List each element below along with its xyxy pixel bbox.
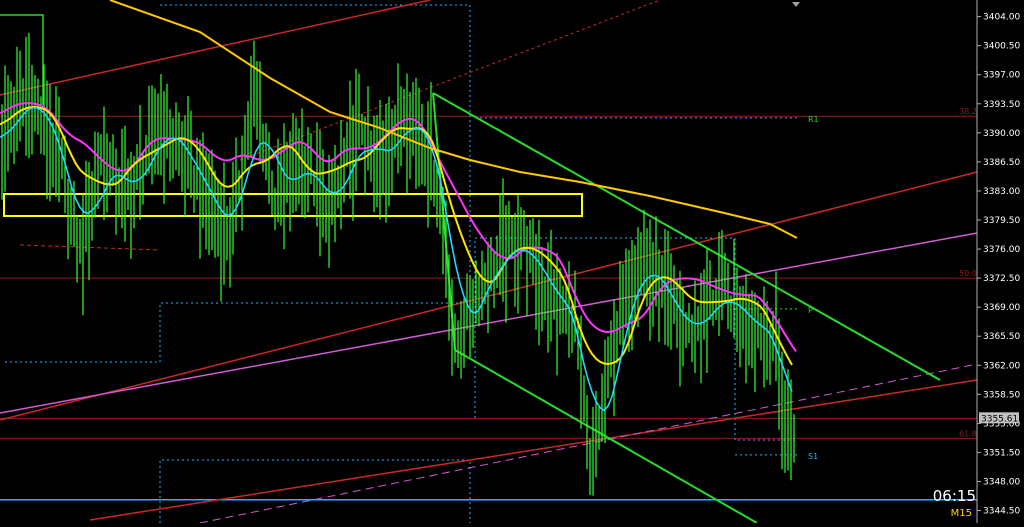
session-box-1 <box>5 4 471 363</box>
pivot-label-2: S1 <box>808 452 818 461</box>
y-tick-label: 3358.50 <box>983 390 1020 400</box>
y-tick-label: 3386.50 <box>983 158 1020 168</box>
y-tick-label: 3369.00 <box>983 303 1020 313</box>
red-trendline-upper <box>0 0 431 96</box>
price-chart[interactable]: 38.2 50.0 61.8 R1 P S1 3404.00 3400.50 3397.00 33… <box>0 0 1024 524</box>
channel-lower-line <box>454 349 758 524</box>
y-tick-label: 3372.50 <box>983 274 1020 284</box>
y-tick-label: 3383.00 <box>983 187 1020 197</box>
y-tick-label: 3400.50 <box>983 42 1020 52</box>
y-tick-label: 3351.50 <box>983 448 1020 458</box>
ma-cyan-line <box>0 106 793 412</box>
timeframe-label: M15 <box>950 508 972 519</box>
y-tick-label: 3397.00 <box>983 71 1020 81</box>
chart-area[interactable]: 38.2 50.0 61.8 R1 P S1 3404.00 3400.50 3397.00 33… <box>0 0 1024 524</box>
session-marker <box>0 14 44 105</box>
clock-label: 06:15 <box>932 487 976 505</box>
y-tick-label: 3344.50 <box>983 507 1020 517</box>
y-tick-label: 3390.00 <box>983 129 1020 139</box>
pivot-label-1: P <box>808 306 813 315</box>
pivot-label-0: R1 <box>808 115 819 124</box>
y-tick-label: 3393.50 <box>983 100 1020 110</box>
period-separator-marker <box>792 2 800 7</box>
fib-level-label-2: 61.8 <box>959 429 977 438</box>
y-tick-label: 3404.00 <box>983 13 1020 23</box>
current-price-value: 3355.61 <box>981 414 1018 424</box>
ma-slow-line <box>109 0 798 239</box>
y-tick-label: 3348.00 <box>983 477 1020 487</box>
session-box-2 <box>159 459 471 523</box>
y-tick-label: 3362.00 <box>983 361 1020 371</box>
fib-level-label-1: 50.0 <box>959 269 977 278</box>
red-trendline-lower <box>89 379 978 521</box>
y-tick-label: 3365.50 <box>983 332 1020 342</box>
y-tick-label: 3376.00 <box>983 245 1020 255</box>
red-dashed-segment <box>19 244 161 251</box>
red-trendline-dashed <box>239 0 661 161</box>
y-tick-label: 3379.50 <box>983 216 1020 226</box>
fib-level-label-0: 38.2 <box>959 107 977 116</box>
